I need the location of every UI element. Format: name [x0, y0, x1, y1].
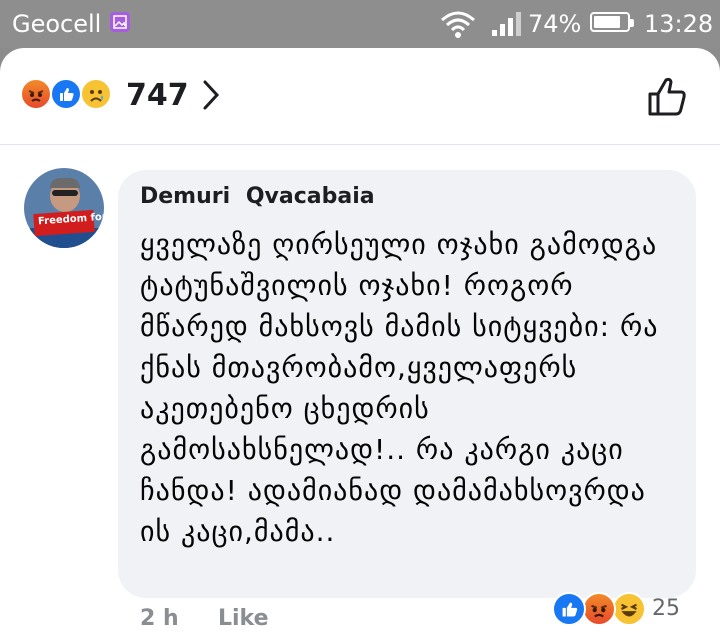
battery-percent: 74%	[528, 10, 582, 38]
carrier-name: Geocell	[12, 10, 102, 38]
comment-reactions[interactable]: 25	[552, 592, 692, 628]
sad-icon	[80, 78, 112, 110]
signal-icon	[490, 10, 522, 42]
angry-icon	[582, 592, 616, 626]
angry-icon	[20, 78, 52, 110]
gallery-notification-icon	[110, 12, 130, 32]
wifi-icon	[440, 10, 476, 42]
like-icon	[552, 592, 586, 626]
battery-icon	[590, 12, 634, 32]
comment-reaction-count: 25	[652, 596, 680, 621]
thumbs-up-icon[interactable]	[646, 74, 690, 122]
reaction-count[interactable]: 747	[126, 78, 189, 113]
chevron-right-icon[interactable]	[200, 78, 222, 116]
status-bar: Geocell 74% 13:28	[0, 0, 720, 48]
comment-bubble[interactable]: Demuri Qvacabaia ყველაზე ღირსეული ოჯახი …	[118, 170, 696, 598]
like-icon	[50, 78, 82, 110]
haha-icon	[612, 592, 646, 626]
avatar[interactable]: Freedom for	[24, 168, 104, 248]
reactions-header[interactable]: 747	[0, 48, 720, 145]
reactions-sheet: 747 Freedom for Demuri Qvacabaia ყველაზე…	[0, 48, 720, 632]
comment-body: ყველაზე ღირსეული ოჯახი გამოდგა ტატუნაშვი…	[140, 228, 659, 548]
like-button[interactable]: Like	[218, 606, 269, 631]
comment-author[interactable]: Demuri Qvacabaia	[140, 184, 375, 209]
comment-time[interactable]: 2 h	[140, 606, 179, 631]
clock: 13:28	[644, 10, 714, 38]
